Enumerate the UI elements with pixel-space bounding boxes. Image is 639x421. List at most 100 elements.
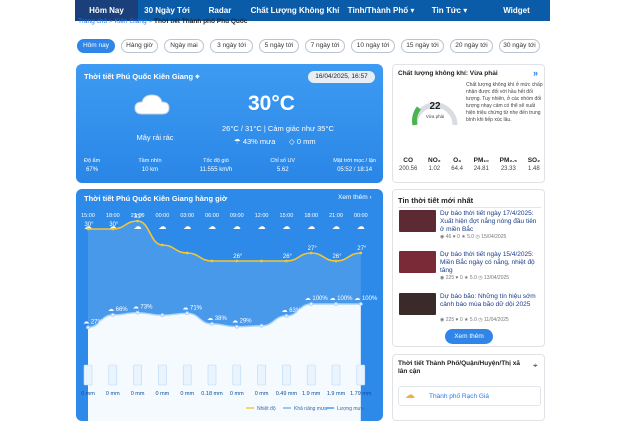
temperature-label: 30° <box>109 222 119 228</box>
current-weather-card: Thời tiết Phú Quốc Kiên Giang ⌖ 16/04/20… <box>76 64 383 183</box>
rain-chance-point <box>160 313 165 318</box>
nav-item-provinces[interactable]: Tỉnh/Thành Phố ▾ <box>346 0 416 21</box>
precipitation-bar <box>182 364 192 386</box>
pollutant-o3: O₃ 64.4 <box>451 157 463 172</box>
temperature-label: 26° <box>233 254 243 260</box>
rain-chance-point <box>86 325 90 330</box>
city-name[interactable]: Thành phố Rạch Giá <box>429 393 489 400</box>
news-card: Tin thời tiết mới nhất Dự báo thời tiết … <box>392 189 545 347</box>
cloud-rain-icon: ☁ <box>258 222 266 231</box>
temperature-point <box>161 243 164 247</box>
tab-15-days[interactable]: 15 ngày tới <box>401 39 444 53</box>
nav-item-news[interactable]: Tin Tức ▾ <box>416 0 483 21</box>
rain-chance-label: ☁ 100% <box>354 296 378 302</box>
cloud-rain-icon: ☁ <box>208 222 216 231</box>
temperature-point <box>185 251 189 255</box>
air-quality-title: Chất lượng không khí: Vừa phải <box>398 70 498 77</box>
cloudy-icon <box>133 92 171 118</box>
nearby-cities-card: Thời tiết Thành Phố/Quận/Huyện/Thị xã lâ… <box>392 354 545 421</box>
news-title: Tin thời tiết mới nhất <box>398 196 474 205</box>
double-chevron-right-icon[interactable]: » <box>533 68 538 78</box>
tab-today[interactable]: Hôm nay <box>77 39 115 53</box>
breadcrumb-current: Thời tiết Thành phố Phú Quốc <box>154 18 248 25</box>
news-item-title[interactable]: Dự báo bão: Những tín hiệu sớm cảnh báo … <box>440 293 541 309</box>
news-thumbnail[interactable] <box>399 251 436 273</box>
partly-cloudy-icon: ☁ <box>405 390 415 401</box>
divider <box>398 207 541 208</box>
breadcrumb: Trang chủ > Kiên Giang > Thời tiết Thành… <box>78 18 248 25</box>
breadcrumb-separator: > <box>148 18 153 25</box>
stat-visibility: Tầm nhìn 10 km <box>138 158 162 173</box>
hour-label: 15:00 <box>81 213 95 219</box>
news-item[interactable]: Dự báo thời tiết ngày 17/4/2025: Xuất hi… <box>399 210 541 240</box>
temperature-point <box>359 251 363 255</box>
precipitation-bar <box>207 364 217 386</box>
tab-tomorrow[interactable]: Ngày mai <box>164 39 204 53</box>
precipitation-label: 1.9 mm <box>302 391 321 397</box>
pollutant-list: CO 200.56 NO₂ 1.02 O₃ 64.4 PM₁₀ 24.81 PM₂.₅ 2… <box>399 157 540 172</box>
temperature-point <box>136 219 139 223</box>
hour-label: 15:00 <box>280 213 294 219</box>
hourly-forecast-card: Thời tiết Phú Quốc Kiên Giang hàng giờ X… <box>76 189 383 421</box>
precipitation-label: 0 mm <box>255 391 269 397</box>
precipitation-label: 0 mm <box>81 391 95 397</box>
cloud-rain-icon: ☁ <box>282 222 290 231</box>
temperature-label: 27° <box>357 246 367 252</box>
tab-20-days[interactable]: 20 ngày tới <box>450 39 493 53</box>
news-item[interactable]: Dự báo thời tiết ngày 15/4/2025: Miền Bắ… <box>399 251 541 281</box>
temperature-label: 31° <box>134 214 144 220</box>
precipitation-bar <box>257 364 266 386</box>
chevron-down-icon: ▾ <box>460 6 468 15</box>
current-weather-title: Thời tiết Phú Quốc Kiên Giang ⌖ <box>84 72 200 81</box>
pollutant-pm25: PM₂.₅ 23.33 <box>499 157 518 172</box>
rain-chance: ☂ 43% mưa <box>234 137 276 146</box>
temperature-point <box>210 259 214 263</box>
precipitation-label: 1.9 mm <box>327 391 346 397</box>
news-thumbnail[interactable] <box>399 210 436 232</box>
city-item[interactable]: ☁ Thành phố Rạch Giá <box>398 386 541 406</box>
pollutant-so2: SO₂ 1.48 <box>527 157 540 172</box>
temperature-label: 27° <box>308 246 318 252</box>
rain-chance-label: ☁ 66% <box>108 307 128 313</box>
air-quality-card: Chất lượng không khí: Vừa phải » 22 Vừa … <box>392 64 545 183</box>
news-item-title[interactable]: Dự báo thời tiết ngày 15/4/2025: Miền Bắ… <box>440 251 541 275</box>
umbrella-icon: ☂ <box>234 137 241 146</box>
rain-chance-point <box>210 321 214 326</box>
chevron-down-icon: ▾ <box>408 6 415 15</box>
stat-wind: Tốc độ gió 11.555 km/h <box>199 158 233 173</box>
hour-label: 09:00 <box>230 213 244 219</box>
hour-label: 03:00 <box>180 213 194 219</box>
tab-3-days[interactable]: 3 ngày tới <box>210 39 253 53</box>
rain-chance-point <box>358 302 363 306</box>
temperature-point <box>235 259 239 263</box>
nav-item-air-quality[interactable]: Chất Lượng Không Khí <box>244 0 346 21</box>
rain-chance-label: ☁ 38% <box>207 316 227 322</box>
breadcrumb-home[interactable]: Trang chủ <box>78 18 107 25</box>
cloud-rain-icon: ☁ <box>307 222 315 231</box>
precipitation-bar <box>158 364 167 386</box>
news-more-button[interactable]: Xem thêm <box>445 329 493 344</box>
nav-item-widget[interactable]: Widget <box>483 0 550 21</box>
tab-7-days[interactable]: 7 ngày tới <box>305 39 345 53</box>
aqi-value: 22 <box>429 101 441 112</box>
news-item[interactable]: Dự báo bão: Những tín hiệu sớm cảnh báo … <box>399 293 541 323</box>
breadcrumb-province[interactable]: Kiên Giang <box>114 18 146 25</box>
stat-uv: Chỉ số UV 5.62 <box>270 158 296 173</box>
tab-5-days[interactable]: 5 ngày tới <box>259 39 299 53</box>
rain-chance-point <box>309 302 314 306</box>
tab-10-days[interactable]: 10 ngày tới <box>351 39 395 53</box>
tab-30-days[interactable]: 30 ngày tới <box>499 39 540 53</box>
news-thumbnail[interactable] <box>399 293 436 315</box>
precipitation-label: 0 mm <box>156 391 170 397</box>
tab-hourly[interactable]: Hàng giờ <box>121 39 158 53</box>
cloud-rain-icon: ☁ <box>233 222 241 231</box>
precipitation-label: 0 mm <box>106 391 120 397</box>
news-item-title[interactable]: Dự báo thời tiết ngày 17/4/2025: Xuất hi… <box>440 210 541 234</box>
rain-chance-point <box>259 323 264 328</box>
cloud-rain-icon: ☁ <box>183 222 191 231</box>
location-pin-icon: ⌖ <box>195 72 200 81</box>
precipitation-label: 0.49 mm <box>276 391 298 397</box>
precipitation-bar <box>306 364 316 386</box>
precipitation-bar <box>356 364 366 386</box>
rain-chance-label: ☁ 71% <box>182 305 202 311</box>
